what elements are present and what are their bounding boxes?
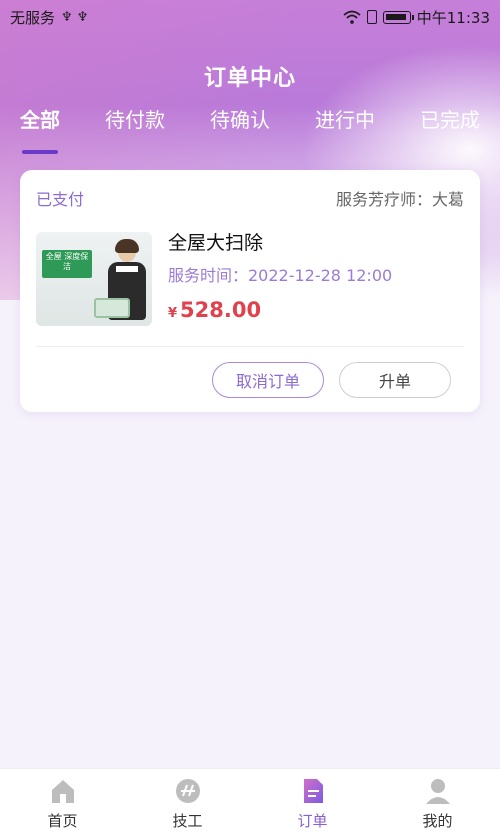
currency-symbol: ¥ xyxy=(168,306,178,321)
thumb-badge: 全屋 深度保洁 xyxy=(42,250,92,278)
tabbar-item-orders[interactable]: 订单 xyxy=(263,776,363,831)
worker-icon xyxy=(175,779,200,803)
tab-all[interactable]: 全部 xyxy=(20,104,60,154)
worker-apron xyxy=(116,266,138,272)
tab-completed[interactable]: 已完成 xyxy=(420,104,480,144)
service-thumbnail[interactable]: 全屋 深度保洁 xyxy=(36,232,152,326)
tab-pending-confirm[interactable]: 待确认 xyxy=(210,104,270,144)
wifi-icon xyxy=(343,10,361,24)
tab-pending-payment[interactable]: 待付款 xyxy=(105,104,165,144)
worker-hair xyxy=(115,239,139,253)
cleaning-basket xyxy=(94,298,130,318)
tabbar-label: 订单 xyxy=(297,812,328,830)
upgrade-order-button[interactable]: 升单 xyxy=(339,362,451,398)
service-name: 全屋大扫除 xyxy=(168,232,264,254)
tabbar-label: 我的 xyxy=(422,812,453,830)
service-time: 服务时间：2022-12-28 12:00 xyxy=(168,266,393,285)
bottom-tab-bar: 首页 技工 订单 我的 xyxy=(0,768,500,838)
therapist-label: 服务芳疗师：大葛 xyxy=(335,190,464,209)
status-bar: 无服务 ♆ ♆ 中午11:33 xyxy=(0,0,500,34)
service-price: ¥528.00 xyxy=(168,298,261,322)
tabbar-item-profile[interactable]: 我的 xyxy=(388,776,488,831)
divider xyxy=(36,346,464,347)
tabbar-item-home[interactable]: 首页 xyxy=(13,776,113,831)
order-status: 已支付 xyxy=(36,190,85,209)
tab-in-progress[interactable]: 进行中 xyxy=(315,104,375,144)
clock: 中午11:33 xyxy=(416,8,490,27)
battery-icon xyxy=(382,10,414,24)
price-amount: 528.00 xyxy=(180,298,262,322)
tabbar-label: 技工 xyxy=(172,812,203,830)
home-icon xyxy=(51,780,74,803)
cancel-order-button[interactable]: 取消订单 xyxy=(212,362,324,398)
usb-icon: ♆ ♆ xyxy=(61,9,89,25)
carrier-text: 无服务 xyxy=(10,8,56,27)
order-tabs: 全部 待付款 待确认 进行中 已完成 xyxy=(0,104,500,154)
tabbar-label: 首页 xyxy=(47,812,78,830)
order-card[interactable]: 已支付 服务芳疗师：大葛 全屋 深度保洁 全屋大扫除 服务时间：2022-12-… xyxy=(20,170,480,412)
profile-icon xyxy=(425,779,450,804)
tabbar-item-worker[interactable]: 技工 xyxy=(138,776,238,831)
order-icon xyxy=(303,779,323,803)
sim-icon xyxy=(366,10,377,24)
page-title: 订单中心 xyxy=(203,66,296,91)
